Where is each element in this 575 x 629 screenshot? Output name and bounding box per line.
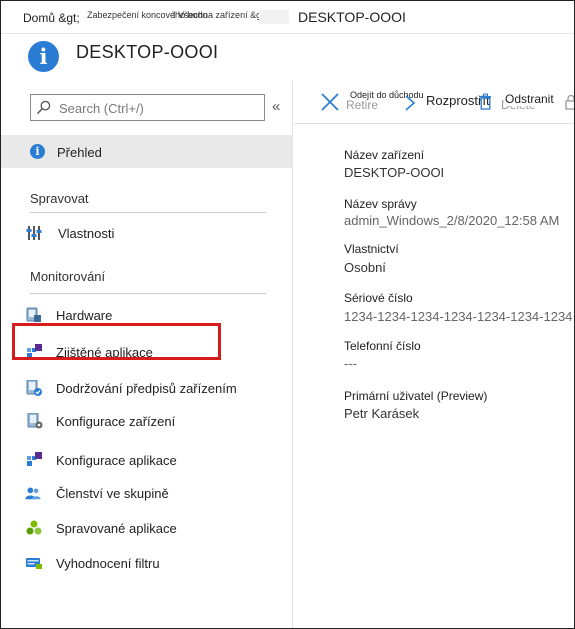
main-panel: Retire Odejít do důchodu Rozprostřít Del…	[294, 81, 574, 628]
app-configuration-icon	[27, 452, 42, 466]
sidebar-item-label: Konfigurace aplikace	[56, 453, 177, 468]
highlight-box	[12, 323, 221, 360]
breadcrumb-separator: I	[173, 10, 176, 20]
section-manage: Spravovat	[30, 191, 89, 206]
info-icon: i	[30, 144, 45, 159]
sidebar-item-device-compliance[interactable]: Dodržování předpisů zařízením	[1, 375, 292, 403]
info-icon: i	[28, 41, 59, 72]
sidebar-item-label: Spravované aplikace	[56, 521, 177, 536]
sidebar-item-properties[interactable]: Vlastnosti	[1, 220, 292, 248]
delete-button[interactable]: Odstranit	[504, 92, 555, 106]
breadcrumb-placeholder-block	[259, 10, 289, 24]
search-box[interactable]	[30, 94, 265, 121]
ownership-label: Vlastnictví	[344, 242, 399, 256]
section-divider	[30, 212, 266, 213]
sidebar-item-device-configuration[interactable]: Konfigurace zařízení	[1, 408, 292, 436]
breadcrumb-home[interactable]: Domů &gt;	[23, 11, 80, 25]
sidebar-item-label: Vlastnosti	[58, 226, 115, 241]
sidebar-item-label: Konfigurace zařízení	[56, 414, 176, 429]
section-divider	[30, 293, 266, 294]
sidebar-item-managed-apps[interactable]: Spravované aplikace	[1, 515, 292, 543]
management-name-label: Název správy	[344, 197, 417, 211]
trash-icon[interactable]	[479, 93, 492, 110]
breadcrumb-all-devices-label: Všechna zařízení &gt;	[178, 10, 267, 20]
device-name-value: DESKTOP-OOOI	[344, 165, 445, 180]
phone-number-value: ---	[344, 356, 357, 371]
close-icon[interactable]	[320, 92, 340, 112]
section-monitor: Monitorování	[30, 269, 106, 284]
ownership-value: Osobní	[344, 260, 386, 275]
serial-number-value: 1234-1234-1234-1234-1234-1234-1234	[344, 309, 573, 324]
sidebar-item-label: Vyhodnocení filtru	[56, 556, 160, 571]
filter-evaluation-icon	[26, 558, 42, 569]
phone-number-label: Telefonní číslo	[344, 339, 421, 353]
search-icon	[36, 100, 51, 115]
breadcrumb-current: DESKTOP-OOOI	[298, 9, 406, 25]
sidebar-item-group-membership[interactable]: Členství ve skupině	[1, 480, 292, 508]
page-title: DESKTOP-OOOI	[76, 42, 219, 62]
search-input[interactable]	[59, 99, 259, 117]
serial-number-label: Sériové číslo	[344, 291, 413, 305]
sidebar-item-filter-evaluation[interactable]: Vyhodnocení filtru	[1, 550, 292, 578]
group-membership-icon	[25, 487, 41, 500]
managed-apps-icon	[26, 520, 42, 535]
window-frame: Domů &gt; Zabezpečení koncového bodu I V…	[0, 0, 575, 629]
primary-user-label: Primární uživatel (Preview)	[344, 389, 488, 403]
device-compliance-icon	[26, 380, 42, 396]
sidebar-item-label: Členství ve skupině	[56, 486, 169, 501]
device-configuration-icon	[27, 413, 43, 429]
breadcrumb-all-devices[interactable]: I Všechna zařízení &gt;	[173, 10, 266, 20]
sidebar-item-overview[interactable]: i Přehled	[1, 135, 292, 168]
sidebar-item-app-configuration[interactable]: Konfigurace aplikace	[1, 447, 292, 475]
device-name-label: Název zařízení	[344, 148, 425, 162]
collapse-sidebar-icon[interactable]: «	[272, 98, 280, 115]
sidebar-item-label: Hardware	[56, 308, 113, 323]
lock-icon[interactable]	[565, 94, 575, 110]
breadcrumb: Domů &gt; Zabezpečení koncového bodu I V…	[1, 1, 574, 34]
hardware-icon	[26, 307, 41, 322]
management-name-value: admin_Windows_2/8/2020_12:58 AM	[344, 213, 560, 228]
chevron-right-icon[interactable]	[403, 94, 417, 112]
properties-icon	[26, 226, 42, 240]
sidebar-item-label: Dodržování předpisů zařízením	[56, 381, 237, 396]
primary-user-value: Petr Karásek	[344, 406, 420, 421]
retire-ghost-label: Retire	[346, 98, 379, 112]
sidebar-item-label: Přehled	[57, 145, 102, 160]
title-bar: i DESKTOP-OOOI	[1, 35, 574, 80]
command-bar: Retire Odejít do důchodu Rozprostřít Del…	[294, 81, 574, 124]
